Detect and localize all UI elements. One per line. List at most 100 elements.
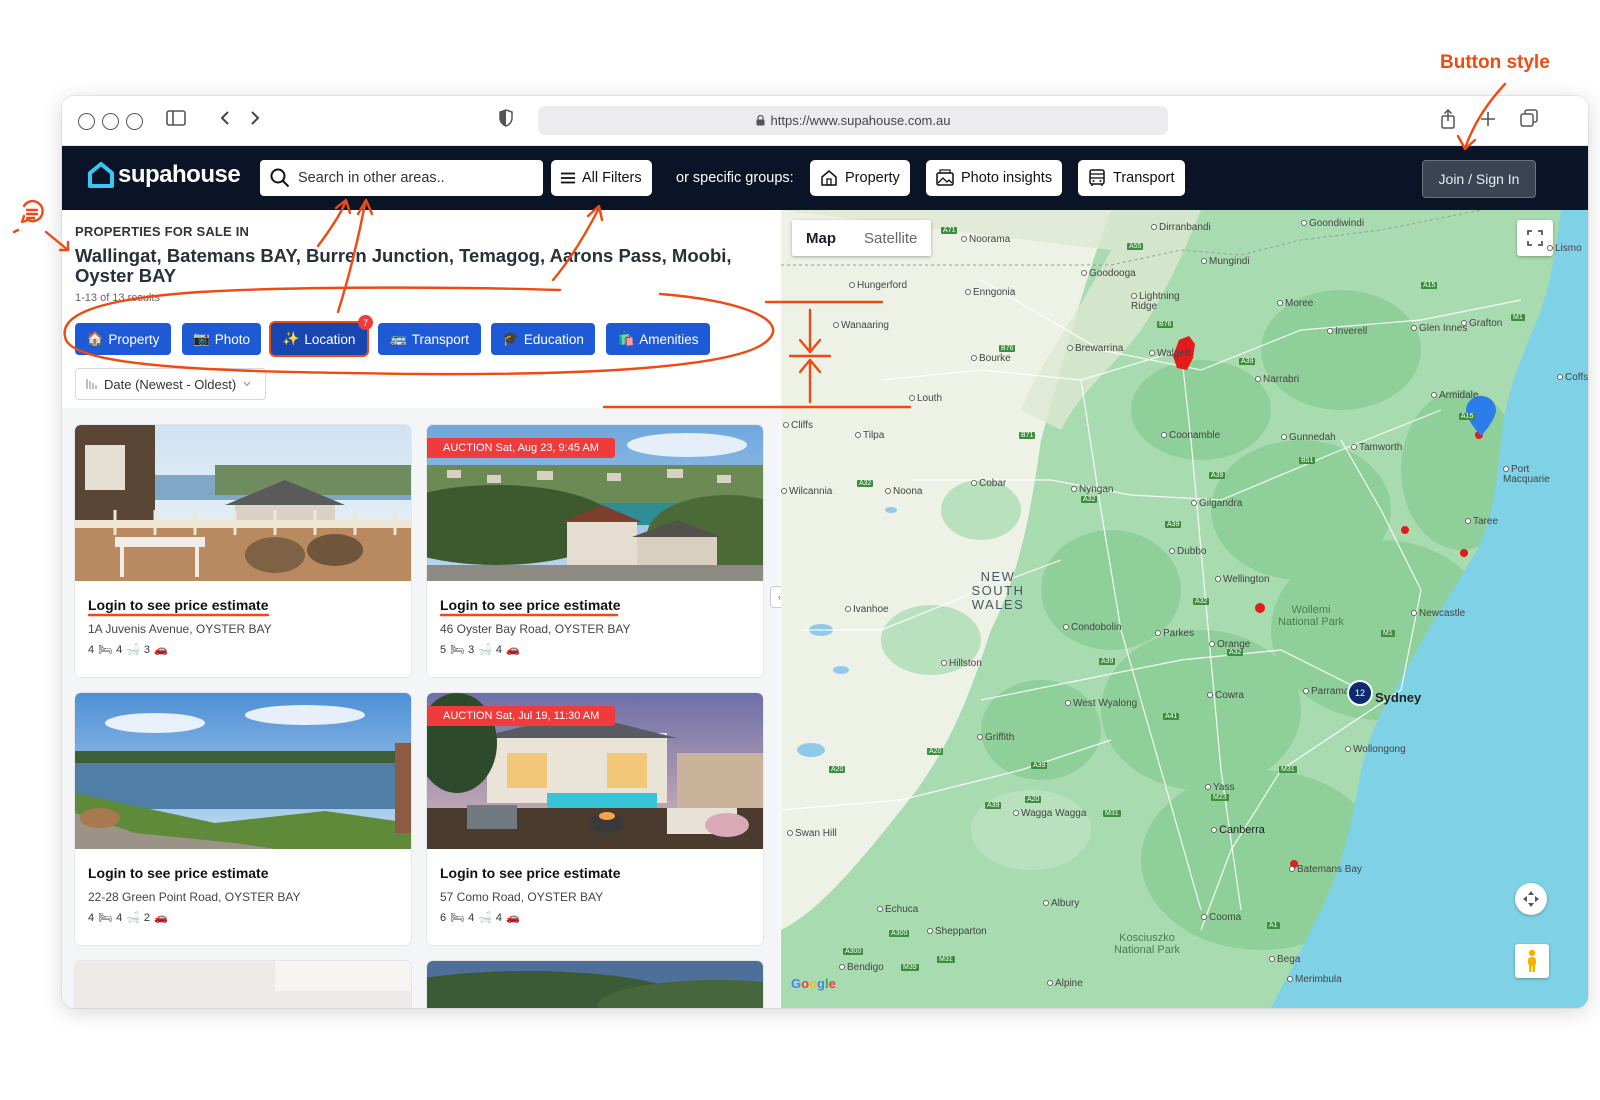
town-label: West Wyalong — [1065, 698, 1137, 709]
town-label: Bega — [1269, 954, 1300, 965]
chip-transport-label: Transport — [411, 331, 470, 347]
map-panel[interactable]: Map Satellite Noorama Dirranbandi Goondi… — [781, 210, 1588, 1008]
town-label: Wellington — [1215, 574, 1270, 585]
highway-shield: A39 — [1165, 521, 1182, 528]
car-icon: 🚗 — [506, 912, 520, 924]
forward-icon[interactable] — [248, 109, 262, 133]
search-placeholder: Search in other areas.. — [298, 170, 445, 186]
town-label: Bourke — [971, 353, 1011, 364]
town-label: Coffs H — [1557, 372, 1588, 383]
town-label: Dubbo — [1169, 546, 1206, 557]
property-card[interactable]: AUCTION Sat, Jul 19, 11:30 AM Login to s… — [427, 693, 763, 945]
property-card[interactable] — [427, 961, 763, 1008]
address-bar[interactable]: https://www.supahouse.com.au — [538, 106, 1168, 135]
chip-location[interactable]: ✨ Location 7 — [271, 315, 373, 355]
sidebar-toggle-icon[interactable] — [166, 109, 186, 133]
lock-icon — [756, 115, 765, 126]
window-zoom-button[interactable] — [126, 113, 143, 130]
car-icon: 🚗 — [154, 644, 168, 656]
chevron-down-icon — [243, 381, 251, 387]
street-view-pegman-icon[interactable] — [1515, 944, 1549, 978]
town-label: Enngonia — [965, 287, 1015, 298]
cars-count: 4 — [495, 911, 503, 924]
new-tab-icon[interactable] — [1480, 109, 1496, 133]
window-close-button[interactable] — [78, 113, 95, 130]
map-tab[interactable]: Map — [792, 220, 850, 256]
join-sign-in-button[interactable]: Join / Sign In — [1422, 160, 1536, 198]
share-icon[interactable] — [1440, 108, 1456, 135]
sort-dropdown[interactable]: Date (Newest - Oldest) — [75, 368, 266, 400]
privacy-shield-icon[interactable] — [498, 109, 514, 133]
town-label: Hungerford — [849, 280, 907, 291]
chip-photo[interactable]: 📷 Photo — [182, 323, 261, 355]
price-estimate-link[interactable]: Login to see price estimate — [88, 865, 269, 881]
listing-panel: PROPERTIES FOR SALE IN Wallingat, Batema… — [62, 210, 780, 1008]
chip-photo-label: Photo — [214, 331, 251, 347]
cars-count: 3 — [143, 643, 151, 656]
town-label: Merimbula — [1287, 974, 1342, 985]
chip-photo-icon: 📷 — [192, 331, 210, 346]
property-photo[interactable] — [75, 425, 411, 581]
highway-shield: A300 — [843, 948, 864, 955]
group-property-button[interactable]: Property — [810, 160, 910, 196]
town-label: Cooma — [1201, 912, 1241, 923]
price-estimate-link[interactable]: Login to see price estimate — [440, 865, 621, 881]
search-input[interactable]: Search in other areas.. — [260, 160, 543, 196]
price-estimate-link[interactable]: Login to see price estimate — [440, 597, 621, 613]
all-filters-button[interactable]: All Filters — [551, 160, 652, 196]
town-label: Wollongong — [1345, 744, 1406, 755]
bed-icon: 🛏 — [450, 912, 465, 924]
tab-overview-icon[interactable] — [1520, 109, 1538, 133]
town-label: Goodooga — [1081, 268, 1136, 279]
baths-count: 4 — [116, 643, 123, 656]
town-label: Canberra — [1211, 824, 1265, 836]
town-label: Bendigo — [839, 962, 884, 973]
chip-education[interactable]: 🎓 Education — [491, 323, 595, 355]
supahouse-logo[interactable]: supahouse — [88, 161, 241, 189]
town-label: Wagga Wagga — [1013, 808, 1086, 819]
property-card[interactable] — [75, 961, 411, 1008]
property-card[interactable]: Login to see price estimate 22-28 Green … — [75, 693, 411, 945]
town-label: Wanaaring — [833, 320, 889, 331]
cars-count: 4 — [495, 643, 503, 656]
town-label: Nyngan — [1071, 484, 1113, 495]
group-transport-button[interactable]: Transport — [1078, 160, 1185, 196]
property-photo[interactable] — [75, 693, 411, 849]
window-minimize-button[interactable] — [102, 113, 119, 130]
filter-icon — [561, 172, 575, 184]
town-label: Griffith — [977, 732, 1014, 743]
property-photo[interactable] — [427, 961, 763, 1008]
property-card[interactable]: AUCTION Sat, Aug 23, 9:45 AM Login to se… — [427, 425, 763, 677]
group-photo-insights-button[interactable]: Photo insights — [926, 160, 1063, 196]
map-cluster-marker[interactable]: 12 — [1347, 680, 1373, 706]
highway-shield: B76 — [999, 345, 1016, 352]
highway-shield: A39 — [1099, 658, 1116, 665]
chip-transport-icon: 🚌 — [389, 331, 407, 346]
listing-areas-title: Wallingat, Batemans BAY, Burren Junction… — [75, 245, 732, 286]
property-card[interactable]: Login to see price estimate 1A Juvenis A… — [75, 425, 411, 677]
town-label: Batemans Bay — [1289, 864, 1362, 875]
google-logo: Google — [791, 976, 836, 991]
highway-shield: M31 — [937, 956, 955, 963]
highway-shield: B71 — [1019, 432, 1036, 439]
chip-transport[interactable]: 🚌 Transport — [378, 323, 481, 355]
chip-amenities[interactable]: 🛍️ Amenities — [606, 323, 710, 355]
chip-property[interactable]: 🏠 Property — [75, 323, 171, 355]
town-label: Narrabri — [1255, 374, 1299, 385]
property-address: 22-28 Green Point Road, OYSTER BAY — [88, 890, 301, 904]
price-estimate-link[interactable]: Login to see price estimate — [88, 597, 269, 613]
property-photo[interactable] — [75, 961, 411, 1008]
town-label: Cowra — [1207, 690, 1244, 701]
results-count: 1-13 of 13 results — [75, 292, 160, 304]
back-icon[interactable] — [218, 109, 232, 133]
town-label: Mungindi — [1201, 256, 1250, 267]
satellite-tab[interactable]: Satellite — [850, 220, 931, 256]
annotation-button-style: Button style — [1440, 52, 1550, 73]
town-label: Wilcannia — [781, 486, 832, 497]
photo-icon — [936, 169, 954, 186]
highway-shield: A39 — [1209, 472, 1226, 479]
highway-shield: B76 — [1157, 321, 1174, 328]
map-pan-control-icon[interactable] — [1515, 883, 1547, 915]
highway-shield: A39 — [985, 802, 1002, 809]
town-label: Cobar — [971, 478, 1006, 489]
